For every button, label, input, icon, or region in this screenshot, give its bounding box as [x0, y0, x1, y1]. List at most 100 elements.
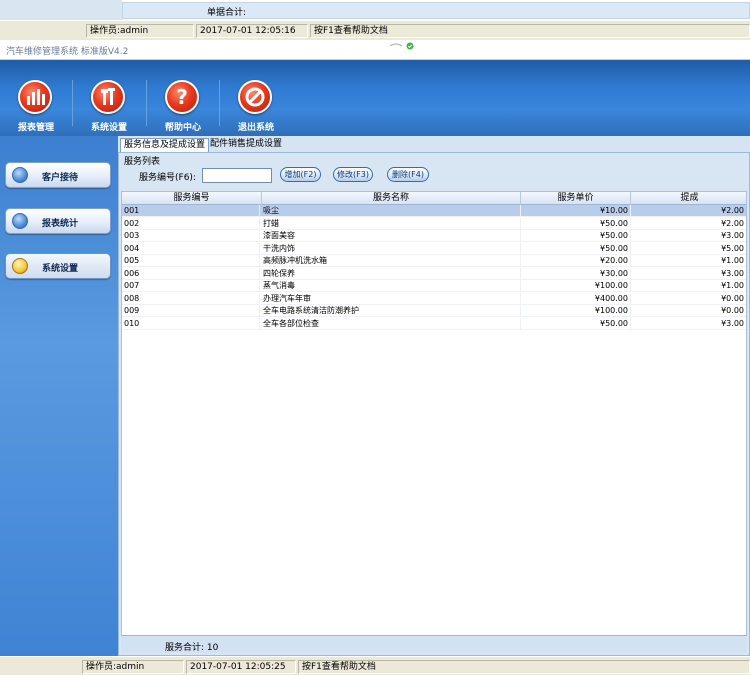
- sidebar-item-label: 报表统计: [42, 219, 79, 229]
- table-row[interactable]: 002 打蜡 ¥50.00 ¥2.00: [122, 217, 746, 230]
- table-row[interactable]: 003 漆面美容 ¥50.00 ¥3.00: [122, 230, 746, 242]
- cell-price: ¥30.00: [521, 267, 631, 280]
- circle-icon: [12, 213, 28, 229]
- cell-price: ¥50.00: [521, 317, 631, 330]
- table-row[interactable]: 004 干洗内饰 ¥50.00 ¥5.00: [122, 242, 746, 255]
- delete-button[interactable]: 删除(F4): [387, 167, 429, 182]
- circle-icon: [12, 258, 28, 274]
- cell-commission: ¥1.00: [721, 281, 744, 290]
- cell-code: 002: [124, 217, 260, 230]
- toolbar-system-settings-button[interactable]: 系统设置: [73, 60, 145, 136]
- circle-icon: [12, 167, 28, 183]
- toolbar-help-center-button[interactable]: ? 帮助中心: [147, 60, 219, 136]
- cell-commission: ¥1.00: [721, 256, 744, 265]
- toolbar-report-management-button[interactable]: 报表管理: [0, 60, 72, 136]
- status-bar: 操作员:admin 2017-07-01 12:05:25 按F1查看帮助文档: [0, 656, 750, 675]
- background-summary-bar: 单据合计:: [122, 2, 750, 19]
- service-code-input[interactable]: [202, 168, 272, 183]
- table-row[interactable]: 008 办理汽车年审 ¥400.00 ¥0.00: [122, 292, 746, 305]
- title-bar[interactable]: 汽车维修管理系统 标准版V4.2: [0, 40, 750, 60]
- sidebar-item-report-statistics[interactable]: 报表统计: [5, 208, 111, 234]
- bar-chart-icon: [18, 80, 52, 114]
- cell-name: 漆面美容: [263, 230, 521, 242]
- background-status-bar: 操作员:admin 2017-07-01 12:05:16 按F1查看帮助文档: [0, 20, 750, 40]
- cell-commission: ¥3.00: [721, 268, 744, 278]
- cell-name: 吸尘: [263, 205, 521, 217]
- cell-code: 005: [124, 255, 260, 267]
- question-icon: ?: [165, 80, 199, 114]
- background-sidebar-strip: [0, 0, 122, 20]
- sidebar-item-customer-reception[interactable]: 客户接待: [5, 162, 111, 188]
- tab-service-commission[interactable]: 服务信息及提成设置: [120, 138, 210, 152]
- background-window: 单据合计: 操作员:admin 2017-07-01 12:05:16 按F1查…: [0, 0, 750, 40]
- cell-name: 四轮保养: [263, 267, 521, 280]
- cell-code: 004: [124, 242, 260, 255]
- cell-price: ¥400.00: [521, 292, 631, 305]
- table-row[interactable]: 010 全车各部位检查 ¥50.00 ¥3.00: [122, 317, 746, 330]
- toolbar-label: 退出系统: [237, 123, 274, 133]
- cell-commission: ¥3.00: [721, 318, 744, 328]
- sidebar-item-label: 系统设置: [42, 264, 79, 274]
- cell-price: ¥10.00: [521, 205, 631, 217]
- tools-icon: [91, 80, 125, 114]
- cell-commission: ¥2.00: [721, 206, 744, 215]
- service-table[interactable]: 服务编号 服务名称 服务单价 提成 001 吸尘 ¥10.00 ¥2.00 002 打蜡 ¥…: [121, 191, 747, 651]
- cell-name: 办理汽车年审: [263, 292, 521, 305]
- cell-price: ¥100.00: [521, 280, 631, 292]
- table-header: 服务编号 服务名称 服务单价 提成: [122, 192, 746, 205]
- background-status-operator: 操作员:admin: [86, 24, 194, 38]
- cell-price: ¥50.00: [521, 230, 631, 242]
- cell-name: 蒸气消毒: [263, 280, 521, 292]
- cell-commission: ¥0.00: [721, 293, 744, 303]
- sidebar-item-system-settings[interactable]: 系统设置: [5, 253, 111, 279]
- tab-parts-commission[interactable]: 配件销售提成设置: [207, 138, 285, 152]
- table-footer: 服务合计: 10: [121, 635, 747, 653]
- table-row[interactable]: 006 四轮保养 ¥30.00 ¥3.00: [122, 267, 746, 280]
- sidebar: 客户接待 报表统计 系统设置: [0, 136, 118, 656]
- column-header-commission[interactable]: 提成: [631, 192, 746, 205]
- cell-code: 008: [124, 292, 260, 305]
- toolbar-label: 报表管理: [17, 123, 54, 133]
- column-header-code[interactable]: 服务编号: [122, 192, 262, 205]
- cell-commission: ¥0.00: [721, 306, 744, 315]
- cell-price: ¥20.00: [521, 255, 631, 267]
- background-status-help: 按F1查看帮助文档: [310, 24, 750, 38]
- table-row[interactable]: 009 全车电路系统清洁防潮养护 ¥100.00 ¥0.00: [122, 305, 746, 317]
- service-total: 服务合计: 10: [165, 643, 219, 653]
- edit-button[interactable]: 修改(F3): [333, 167, 373, 182]
- cell-code: 006: [124, 267, 260, 280]
- cell-price: ¥100.00: [521, 305, 631, 317]
- cell-name: 全车各部位检查: [263, 317, 521, 330]
- cell-name: 高频脉冲机洗水箱: [263, 255, 521, 267]
- cell-code: 003: [124, 230, 260, 242]
- table-row[interactable]: 007 蒸气消毒 ¥100.00 ¥1.00: [122, 280, 746, 292]
- cell-price: ¥50.00: [521, 242, 631, 255]
- cell-code: 009: [124, 305, 260, 317]
- exit-icon: [238, 80, 272, 114]
- table-row[interactable]: 001 吸尘 ¥10.00 ¥2.00: [122, 205, 746, 217]
- service-list-panel: 服务列表 服务编号(F6): 增加(F2) 修改(F3) 删除(F4) 服务编号…: [118, 152, 750, 656]
- column-header-price[interactable]: 服务单价: [521, 192, 631, 205]
- column-header-name[interactable]: 服务名称: [262, 192, 521, 205]
- service-code-label: 服务编号(F6):: [139, 173, 196, 183]
- cell-commission: ¥5.00: [721, 243, 744, 253]
- tab-strip: 服务信息及提成设置 配件销售提成设置: [118, 136, 750, 152]
- window-drag-handle-icon[interactable]: [388, 42, 418, 50]
- cell-name: 干洗内饰: [263, 242, 521, 255]
- window-title: 汽车维修管理系统 标准版V4.2: [6, 47, 129, 57]
- cell-name: 全车电路系统清洁防潮养护: [263, 305, 521, 317]
- table-row[interactable]: 005 高频脉冲机洗水箱 ¥20.00 ¥1.00: [122, 255, 746, 267]
- main-toolbar: 报表管理 系统设置 ? 帮助中心 退出系统: [0, 60, 750, 136]
- status-help: 按F1查看帮助文档: [298, 660, 750, 674]
- sidebar-item-label: 客户接待: [42, 173, 79, 183]
- toolbar-exit-button[interactable]: 退出系统: [220, 60, 292, 136]
- status-operator: 操作员:admin: [82, 660, 184, 674]
- cell-code: 001: [124, 205, 260, 217]
- cell-name: 打蜡: [263, 217, 521, 230]
- cell-code: 010: [124, 317, 260, 330]
- cell-commission: ¥3.00: [721, 231, 744, 240]
- add-button[interactable]: 增加(F2): [280, 167, 321, 182]
- background-summary-label: 单据合计:: [207, 8, 247, 18]
- cell-commission: ¥2.00: [721, 218, 744, 228]
- status-datetime: 2017-07-01 12:05:25: [186, 660, 296, 674]
